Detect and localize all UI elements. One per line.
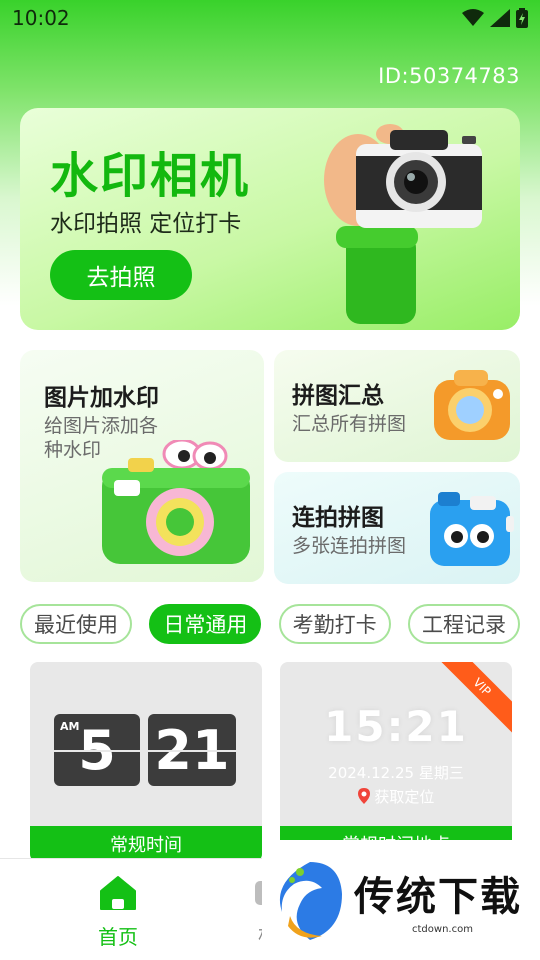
template-tabs: 最近使用 日常通用 考勤打卡 工程记录 [20, 604, 520, 644]
site-watermark-brand: 传统下载 [354, 874, 522, 920]
collage-summary-desc: 汇总所有拼图 [292, 413, 407, 435]
orange-camera-illustration [434, 370, 510, 440]
nav-home-label: 首页 [98, 925, 138, 949]
template-regular-time[interactable]: AM 5 21 常规时间 [30, 662, 262, 862]
template-time: 15:21 [324, 702, 468, 751]
wifi-icon [462, 9, 484, 26]
take-photo-button[interactable]: 去拍照 [50, 250, 192, 300]
nav-home[interactable]: 首页 [88, 875, 148, 950]
template-date: 2024.12.25 星期三 [328, 764, 464, 782]
blue-camera-illustration [430, 492, 514, 566]
location-pin-icon [357, 788, 370, 804]
burst-collage-card[interactable]: 连拍拼图 多张连拍拼图 [274, 472, 520, 584]
template-location: 获取定位 [280, 786, 512, 807]
template-time-location[interactable]: VIP 15:21 2024.12.25 星期三 获取定位 常规时间地点 [280, 662, 512, 862]
home-icon [100, 876, 136, 910]
flip-clock-minute-value: 21 [154, 718, 230, 782]
status-bar: 10:02 [0, 0, 540, 36]
status-icons [462, 8, 528, 28]
site-logo-icon [279, 862, 342, 940]
site-watermark-url: ctdown.com [412, 924, 473, 935]
collage-summary-card[interactable]: 拼图汇总 汇总所有拼图 [274, 350, 520, 462]
tab-engineering[interactable]: 工程记录 [407, 604, 520, 644]
template-label: 常规时间 [30, 826, 262, 862]
burst-collage-desc: 多张连拍拼图 [292, 535, 407, 557]
flip-clock-am: AM [60, 720, 80, 733]
add-watermark-title: 图片加水印 [44, 385, 159, 411]
status-time: 10:02 [12, 6, 70, 30]
flip-clock-hour-value: 5 [78, 718, 116, 782]
green-camera-illustration [102, 440, 250, 564]
flip-clock-minute: 21 [148, 714, 236, 786]
hero-title: 水印相机 [50, 148, 251, 204]
tab-recent[interactable]: 最近使用 [20, 604, 132, 644]
collage-summary-title: 拼图汇总 [292, 383, 384, 409]
tab-daily[interactable]: 日常通用 [149, 604, 262, 644]
battery-icon [516, 8, 528, 28]
user-id: ID:50374783 [378, 64, 520, 88]
signal-icon [490, 9, 510, 27]
burst-collage-title: 连拍拼图 [292, 505, 384, 531]
site-watermark: 传统下载 ctdown.com [262, 840, 540, 960]
template-location-text: 获取定位 [374, 788, 435, 806]
hand-camera-illustration [324, 124, 482, 324]
hero-banner[interactable]: 水印相机 水印拍照 定位打卡 去拍照 [20, 108, 520, 330]
flip-clock-hour: AM 5 [54, 714, 140, 786]
add-watermark-card[interactable]: 图片加水印 给图片添加各种水印 [20, 350, 264, 582]
tab-attendance[interactable]: 考勤打卡 [278, 604, 391, 644]
hero-subtitle: 水印拍照 定位打卡 [50, 211, 242, 237]
